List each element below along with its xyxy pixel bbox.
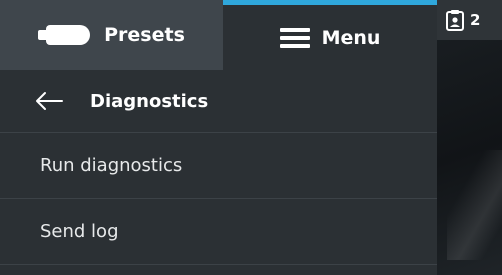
image-glare	[447, 150, 502, 260]
breadcrumb: Diagnostics	[0, 70, 437, 133]
patient-indicator[interactable]: 2	[437, 0, 502, 40]
menu-item-run-diagnostics[interactable]: Run diagnostics	[0, 133, 437, 199]
arrow-left-icon[interactable]	[34, 91, 64, 111]
page-title: Diagnostics	[90, 90, 209, 112]
diagnostics-panel: Presets Menu Diagnostics Run diagnostics…	[0, 0, 437, 275]
image-viewport: 2	[437, 0, 502, 275]
patient-count: 2	[470, 11, 481, 29]
tab-presets-label: Presets	[104, 24, 185, 46]
tab-presets[interactable]: Presets	[0, 0, 223, 70]
hamburger-icon	[279, 27, 310, 48]
menu-item-send-log[interactable]: Send log	[0, 199, 437, 265]
tab-menu-label: Menu	[321, 26, 381, 49]
menu-item-label: Send log	[40, 221, 119, 242]
menu-item-label: Run diagnostics	[40, 155, 183, 176]
transducer-icon	[38, 23, 91, 47]
clipboard-person-icon	[446, 10, 464, 31]
tab-menu[interactable]: Menu	[223, 0, 437, 70]
tab-bar: Presets Menu	[0, 0, 437, 70]
